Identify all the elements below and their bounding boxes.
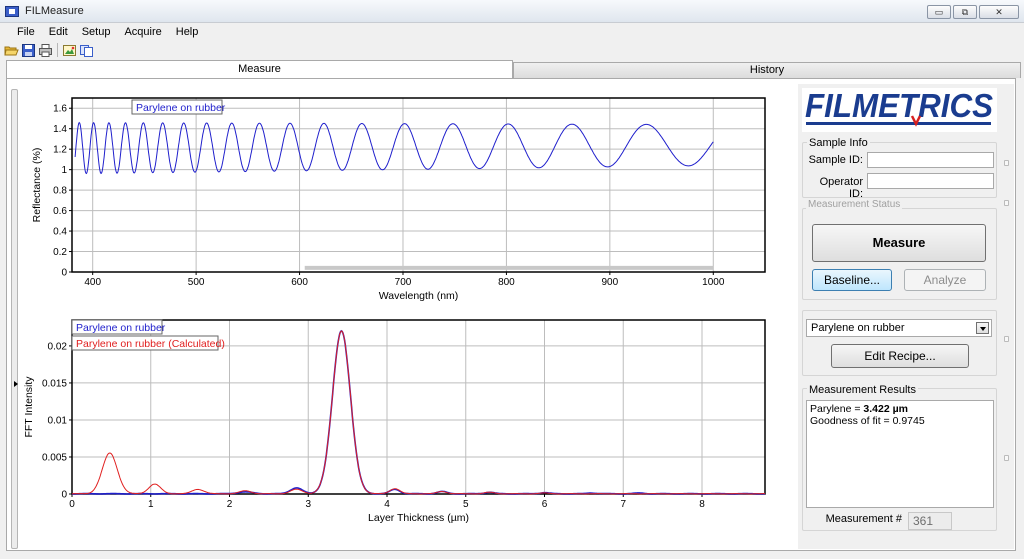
open-folder-icon[interactable] [4,43,19,58]
menu-file[interactable]: File [10,23,42,41]
y-axis-label: FFT Intensity [23,376,35,438]
tab-history[interactable]: History [513,62,1021,78]
y-tick-label: 0.4 [53,227,67,238]
x-tick-label: 7 [620,499,626,510]
y-tick-label: 0.015 [42,378,67,389]
y-tick-label: 1.6 [53,104,67,115]
y-tick-label: 0.01 [48,415,68,426]
result-thickness-label: Parylene = [810,403,864,415]
y-tick-label: 1 [61,165,67,176]
y-axis-label: Reflectance (%) [31,148,43,223]
x-tick-label: 0 [69,499,75,510]
x-tick-label: 2 [227,499,233,510]
recipe-select[interactable]: Parylene on rubber [806,319,992,337]
x-tick-label: 700 [395,277,412,288]
splitter-handle-2[interactable] [1004,200,1009,206]
title-bar: FILMeasure ▭ ⧉ ✕ [0,0,1024,23]
x-tick-label: 3 [305,499,311,510]
menu-acquire[interactable]: Acquire [117,23,168,41]
wavelength-range-bar [304,265,714,270]
splitter-handle-3[interactable] [1004,336,1009,342]
x-tick-label: 8 [699,499,705,510]
y-tick-label: 0.2 [53,247,67,258]
measurement-status-title: Measurement Status [806,199,903,210]
toolbar [4,41,94,59]
legend-entry: Parylene on rubber [136,102,226,114]
print-icon[interactable] [38,43,53,58]
panel-splitter[interactable] [11,89,18,549]
expand-arrow-icon[interactable] [14,381,18,387]
measure-button[interactable]: Measure [812,224,986,262]
y-tick-label: 0.8 [53,186,67,197]
x-tick-label: 500 [188,277,205,288]
x-tick-label: 600 [291,277,308,288]
y-tick-label: 1.2 [53,145,67,156]
analyze-button[interactable]: Analyze [904,269,986,291]
menu-edit[interactable]: Edit [42,23,75,41]
filmetrics-logo: FILMETRICS [802,87,997,132]
x-axis-label: Wavelength (nm) [379,290,459,302]
x-axis-label: Layer Thickness (µm) [368,512,469,524]
x-tick-label: 1000 [702,277,725,288]
close-button[interactable]: ✕ [979,5,1019,19]
legend-entry-1: Parylene on rubber [76,322,166,334]
x-tick-label: 4 [384,499,390,510]
x-tick-label: 5 [463,499,469,510]
toolbar-separator [57,43,58,57]
result-thickness: Parylene = 3.422 µm [810,403,990,415]
restore-button[interactable]: ⧉ [953,5,977,19]
operator-id-field[interactable] [867,173,994,189]
window-title: FILMeasure [25,5,84,17]
y-tick-label: 0.02 [48,341,68,352]
measurement-number-label: Measurement # [825,513,902,525]
logo-text: FILMETRICS [805,88,993,124]
tab-bar: Measure History [6,60,1021,79]
app-icon [5,6,19,17]
tab-measure[interactable]: Measure [6,60,513,79]
result-goodness-of-fit: Goodness of fit = 0.9745 [810,415,925,427]
save-icon[interactable] [21,43,36,58]
fft-chart: 0 1 2 3 4 5 6 7 8 0 0.005 0.01 0.015 0.02 Layer Thickn… [23,319,766,524]
results-box: Parylene = 3.422 µm Goodness of fit = 0.… [806,400,994,508]
menu-bar: File Edit Setup Acquire Help [0,23,1024,41]
image-icon[interactable] [62,43,77,58]
y-tick-label: 0 [61,490,67,501]
edit-recipe-button[interactable]: Edit Recipe... [831,344,969,368]
sample-id-field[interactable] [867,152,994,168]
x-tick-label: 1 [148,499,154,510]
copy-icon[interactable] [79,43,94,58]
result-thickness-value: 3.422 µm [863,403,909,415]
y-tick-label: 0.6 [53,206,67,217]
splitter-handle-1[interactable] [1004,160,1009,166]
measurement-number-field: 361 [908,512,952,530]
y-tick-label: 1.4 [53,124,67,135]
y-tick-label: 0.005 [42,452,67,463]
x-tick-label: 800 [498,277,515,288]
splitter-handle-4[interactable] [1004,455,1009,461]
sample-id-label: Sample ID: [808,154,863,166]
sample-info-title: Sample Info [807,137,870,149]
x-tick-label: 900 [602,277,619,288]
plot-area [72,98,765,272]
recipe-select-value: Parylene on rubber [811,322,905,334]
x-tick-label: 6 [542,499,548,510]
baseline-button[interactable]: Baseline... [812,269,892,291]
chevron-down-icon[interactable] [976,322,989,334]
reflectance-chart: 400 500 600 700 800 900 1000 0 0.2 0.4 0.6 0.8 1 1.2 1… [31,97,766,302]
menu-setup[interactable]: Setup [75,23,118,41]
minimize-button[interactable]: ▭ [927,5,951,19]
x-tick-label: 400 [84,277,101,288]
legend-entry-2: Parylene on rubber (Calculated) [76,338,225,350]
measurement-results-title: Measurement Results [807,384,918,396]
y-tick-label: 0 [61,268,67,279]
menu-help[interactable]: Help [169,23,206,41]
operator-id-label: Operator ID: [819,176,863,200]
